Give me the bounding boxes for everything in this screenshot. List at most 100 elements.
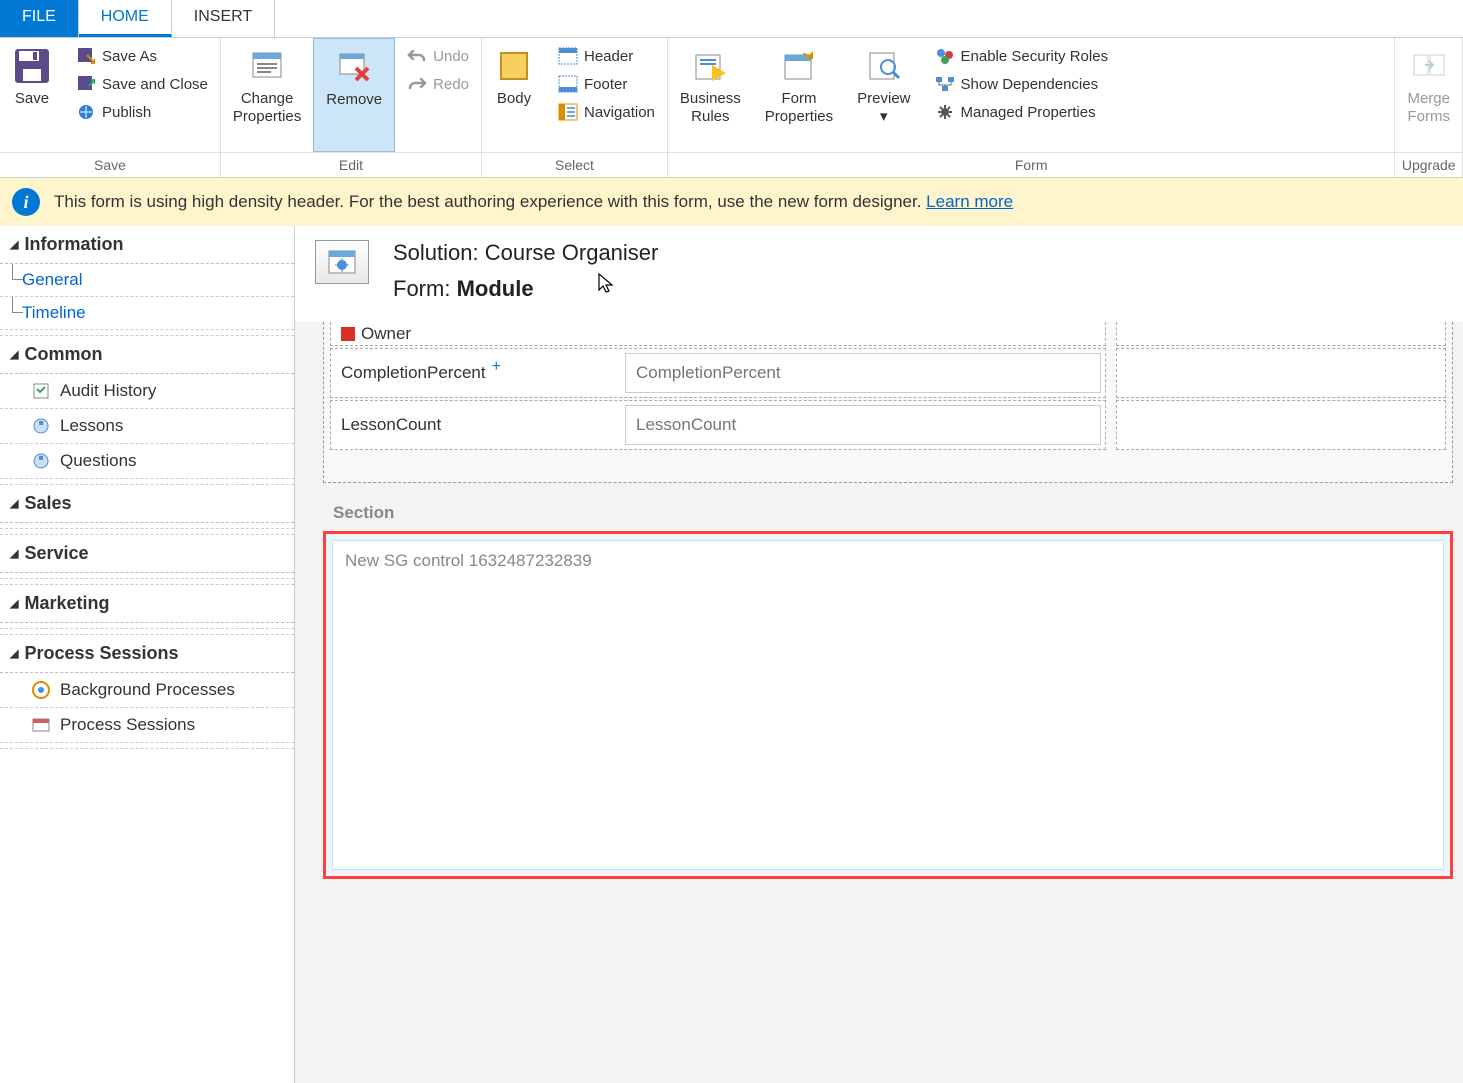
undo-icon — [407, 46, 427, 66]
caret-icon: ◢ — [10, 238, 18, 251]
field-row-completion-percent[interactable]: CompletionPercent+ — [330, 348, 1446, 398]
undo-label: Undo — [433, 48, 469, 65]
ribbon-group-form: Business Rules Form Properties Preview▾ … — [668, 38, 1396, 177]
save-close-button[interactable]: Save and Close — [70, 70, 214, 98]
body-button[interactable]: Body — [482, 38, 546, 152]
solution-title: Solution: Course Organiser — [393, 240, 658, 266]
info-icon: i — [12, 188, 40, 216]
section-label: Section — [323, 483, 1453, 531]
section-container[interactable]: New SG control 1632487232839 — [323, 531, 1453, 879]
ribbon-group-edit-label: Edit — [221, 152, 481, 177]
left-nav: ◢Information General Timeline ◢Common Au… — [0, 226, 295, 1083]
nav-item-lessons[interactable]: Lessons — [0, 409, 294, 444]
save-as-button[interactable]: Save As — [70, 42, 214, 70]
remove-icon — [334, 47, 374, 87]
publish-label: Publish — [102, 104, 151, 121]
remove-label: Remove — [326, 91, 382, 109]
enable-security-roles-button[interactable]: Enable Security Roles — [929, 42, 1115, 70]
header-button[interactable]: Header — [552, 42, 661, 70]
nav-section-marketing[interactable]: ◢Marketing — [0, 585, 294, 623]
change-properties-button[interactable]: Change Properties — [221, 38, 313, 152]
tab-home[interactable]: HOME — [79, 0, 172, 37]
subgrid-control[interactable]: New SG control 1632487232839 — [332, 540, 1444, 870]
nav-item-questions[interactable]: Questions — [0, 444, 294, 479]
save-close-icon — [76, 74, 96, 94]
nav-section-sales[interactable]: ◢Sales — [0, 485, 294, 523]
lessons-icon — [30, 415, 52, 437]
managed-properties-button[interactable]: Managed Properties — [929, 98, 1115, 126]
save-close-label: Save and Close — [102, 76, 208, 93]
form-properties-label: Form Properties — [765, 90, 833, 126]
audit-history-icon — [30, 380, 52, 402]
header-icon — [558, 46, 578, 66]
form-header-icon — [315, 240, 369, 284]
managed-properties-label: Managed Properties — [961, 104, 1096, 121]
remove-button[interactable]: Remove — [313, 38, 395, 152]
ribbon-group-edit: Change Properties Remove Undo Redo Edit — [221, 38, 482, 177]
caret-icon: ◢ — [10, 647, 18, 660]
navigation-icon — [558, 102, 578, 122]
tab-file[interactable]: FILE — [0, 0, 79, 37]
publish-icon — [76, 102, 96, 122]
nav-section-service[interactable]: ◢Service — [0, 535, 294, 573]
learn-more-link[interactable]: Learn more — [926, 192, 1013, 211]
nav-section-process-sessions[interactable]: ◢Process Sessions — [0, 635, 294, 673]
show-dependencies-label: Show Dependencies — [961, 76, 1099, 93]
completion-percent-input[interactable] — [625, 353, 1101, 393]
caret-icon: ◢ — [10, 348, 18, 361]
managed-properties-icon — [935, 102, 955, 122]
field-row-lesson-count[interactable]: LessonCount — [330, 400, 1446, 450]
save-button[interactable]: Save — [0, 38, 64, 152]
form-header: Solution: Course Organiser Form: Module — [295, 226, 1463, 322]
tab-insert[interactable]: INSERT — [172, 0, 275, 37]
nav-item-general[interactable]: General — [0, 264, 294, 297]
ribbon-group-upgrade-label: Upgrade — [1395, 152, 1462, 177]
ribbon-group-select: Body Header Footer Navigation Select — [482, 38, 668, 177]
nav-item-process-sessions[interactable]: Process Sessions — [0, 708, 294, 743]
business-rules-icon — [690, 46, 730, 86]
navigation-button[interactable]: Navigation — [552, 98, 661, 126]
caret-icon: ◢ — [10, 547, 18, 560]
process-sessions-icon — [30, 714, 52, 736]
caret-icon: ◢ — [10, 597, 18, 610]
save-label: Save — [15, 90, 49, 108]
completion-percent-label: CompletionPercent+ — [331, 349, 621, 397]
ribbon-group-upgrade: Merge Forms Upgrade — [1395, 38, 1463, 177]
required-icon — [341, 327, 355, 341]
undo-button[interactable]: Undo — [401, 42, 475, 70]
questions-icon — [30, 450, 52, 472]
main-area: Solution: Course Organiser Form: Module … — [295, 226, 1463, 1083]
nav-item-timeline[interactable]: Timeline — [0, 297, 294, 330]
ribbon: Save Save As Save and Close Publish Save — [0, 38, 1463, 178]
publish-button[interactable]: Publish — [70, 98, 214, 126]
nav-section-information[interactable]: ◢Information — [0, 226, 294, 264]
merge-forms-icon — [1409, 46, 1449, 86]
form-properties-button[interactable]: Form Properties — [753, 38, 845, 152]
business-rules-label: Business Rules — [680, 90, 741, 126]
redo-icon — [407, 74, 427, 94]
nav-item-audit-history[interactable]: Audit History — [0, 374, 294, 409]
ribbon-group-form-label: Form — [668, 152, 1395, 177]
footer-label: Footer — [584, 76, 627, 93]
ribbon-group-save-label: Save — [0, 152, 220, 177]
preview-button[interactable]: Preview▾ — [845, 38, 922, 152]
body-label: Body — [497, 90, 531, 108]
show-dependencies-icon — [935, 74, 955, 94]
redo-label: Redo — [433, 76, 469, 93]
lesson-count-input[interactable] — [625, 405, 1101, 445]
owner-field-label: Owner — [331, 322, 621, 345]
info-bar-text: This form is using high density header. … — [54, 192, 1013, 212]
ribbon-tabs: FILE HOME INSERT — [0, 0, 1463, 38]
field-row-owner[interactable]: Owner — [330, 322, 1446, 346]
merge-forms-button[interactable]: Merge Forms — [1395, 38, 1462, 152]
change-properties-icon — [247, 46, 287, 86]
business-rules-button[interactable]: Business Rules — [668, 38, 753, 152]
footer-icon — [558, 74, 578, 94]
show-dependencies-button[interactable]: Show Dependencies — [929, 70, 1115, 98]
footer-button[interactable]: Footer — [552, 70, 661, 98]
nav-item-background-processes[interactable]: Background Processes — [0, 673, 294, 708]
redo-button[interactable]: Redo — [401, 70, 475, 98]
change-properties-label: Change Properties — [233, 90, 301, 126]
ribbon-group-save: Save Save As Save and Close Publish Save — [0, 38, 221, 177]
nav-section-common[interactable]: ◢Common — [0, 336, 294, 374]
